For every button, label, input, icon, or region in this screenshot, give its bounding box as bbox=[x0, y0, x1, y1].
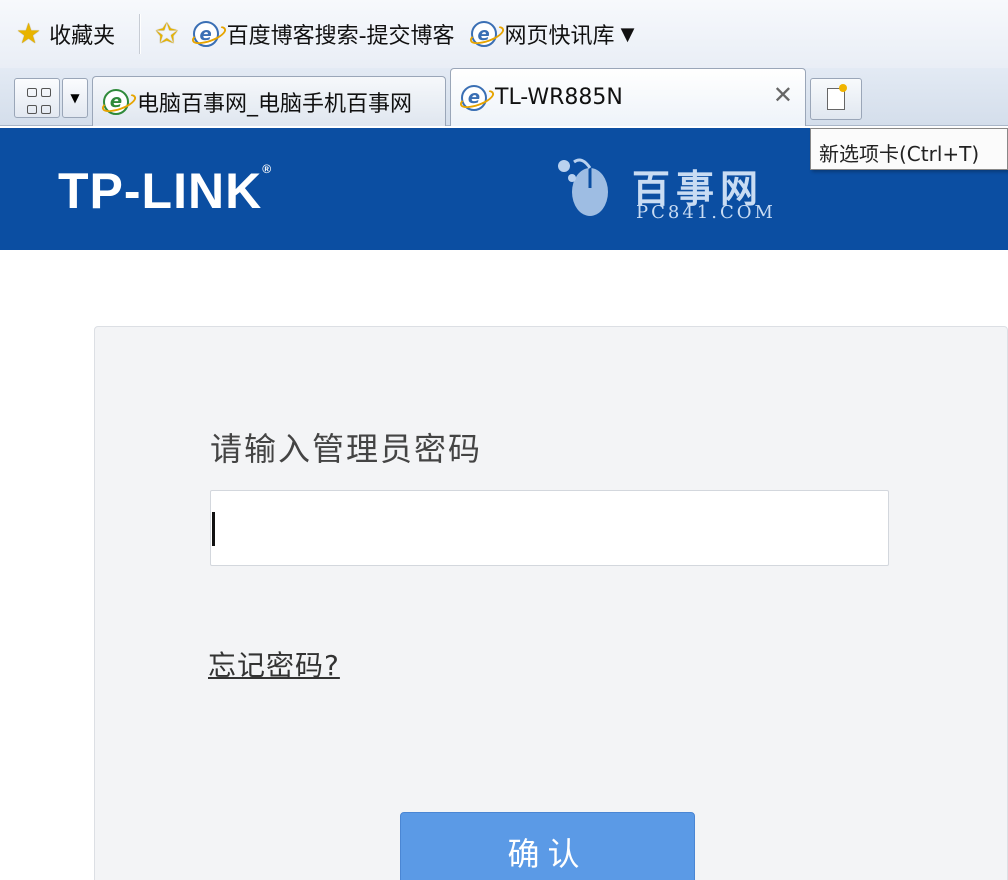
password-prompt: 请输入管理员密码 bbox=[210, 430, 483, 468]
new-tab-button[interactable] bbox=[810, 78, 862, 120]
brand-name: TP-LINK bbox=[58, 163, 263, 219]
password-input[interactable] bbox=[210, 490, 889, 566]
tab-title: 电脑百事网_电脑手机百事网 bbox=[137, 91, 413, 117]
dropdown-caret-icon[interactable]: ▼ bbox=[621, 24, 635, 45]
grid-icon bbox=[27, 104, 37, 114]
quick-tabs-button[interactable] bbox=[14, 78, 60, 118]
grid-icon bbox=[41, 104, 51, 114]
site-favicon-icon: e bbox=[103, 88, 129, 115]
login-panel bbox=[94, 326, 1008, 880]
favorites-bar: ★ 收藏夹 ✩ e 百度博客搜索-提交博客 e 网页快讯库 ▼ bbox=[0, 0, 1008, 68]
tab-title: TL-WR885N bbox=[495, 85, 623, 110]
favorite-link-baidu-blog[interactable]: e 百度博客搜索-提交博客 bbox=[192, 18, 455, 50]
forgot-password-link[interactable]: 忘记密码? bbox=[208, 644, 340, 684]
new-tab-tooltip: 新选项卡(Ctrl+T) bbox=[810, 128, 1008, 170]
confirm-button[interactable]: 确认 bbox=[400, 812, 695, 880]
favorite-link-label: 百度博客搜索-提交博客 bbox=[226, 24, 455, 49]
ie-icon: e bbox=[192, 21, 219, 47]
favorites-label: 收藏夹 bbox=[49, 24, 116, 49]
text-cursor bbox=[212, 512, 215, 546]
grid-icon bbox=[41, 88, 51, 97]
sparkle-icon bbox=[839, 84, 847, 92]
star-icon: ★ bbox=[16, 17, 42, 50]
favorites-button[interactable]: ★ 收藏夹 bbox=[16, 18, 115, 50]
registered-mark: ® bbox=[262, 162, 273, 176]
watermark-en: PC841.COM bbox=[636, 202, 776, 223]
mouse-watermark-icon bbox=[558, 158, 608, 216]
tab-tl-wr885n[interactable]: e TL-WR885N ✕ bbox=[450, 68, 806, 126]
grid-icon bbox=[27, 88, 37, 97]
close-tab-icon[interactable]: ✕ bbox=[773, 81, 793, 109]
tab-list-dropdown[interactable]: ▼ bbox=[62, 78, 88, 118]
ie-icon: e bbox=[461, 84, 487, 111]
add-favorite-button[interactable]: ✩ bbox=[155, 20, 178, 48]
tp-link-logo: TP-LINK® bbox=[58, 162, 272, 220]
add-favorite-star-icon: ✩ bbox=[155, 17, 179, 50]
tab-bar: ▼ e 电脑百事网_电脑手机百事网 e TL-WR885N ✕ bbox=[0, 68, 1008, 126]
favorite-link-label: 网页快讯库 bbox=[504, 24, 615, 49]
ie-icon: e bbox=[470, 21, 497, 47]
toolbar-separator bbox=[139, 14, 142, 54]
tab-pc841[interactable]: e 电脑百事网_电脑手机百事网 bbox=[92, 76, 446, 126]
favorite-link-web-slice[interactable]: e 网页快讯库 ▼ bbox=[470, 18, 635, 50]
